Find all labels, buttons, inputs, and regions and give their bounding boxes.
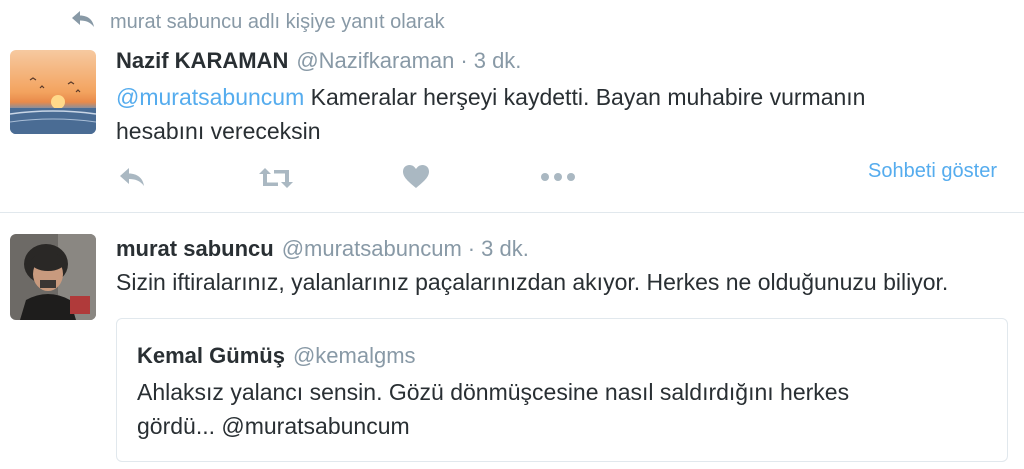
quoted-tweet-handle[interactable]: @kemalgms — [293, 343, 416, 368]
reply-icon — [70, 9, 110, 35]
tweet1-name[interactable]: Nazif KARAMAN — [116, 48, 288, 74]
avatar-nazif[interactable] — [10, 50, 96, 134]
reply-button[interactable] — [118, 166, 146, 188]
more-button[interactable] — [540, 172, 576, 182]
tweet-divider — [0, 212, 1024, 213]
like-icon — [402, 164, 430, 190]
tweet1-text-line2: hesabını vereceksin — [116, 118, 321, 144]
more-icon — [540, 172, 576, 182]
tweet1-timestamp[interactable]: 3 dk. — [474, 48, 522, 74]
retweet-button[interactable] — [258, 166, 294, 190]
quoted-tweet-card[interactable]: Kemal Gümüş @kemalgms Ahlaksız yalancı se… — [116, 318, 1008, 462]
tweet1-header: Nazif KARAMAN @Nazifkaraman · 3 dk. — [116, 48, 521, 74]
quoted-tweet-name[interactable]: Kemal Gümüş — [137, 343, 285, 368]
tweet1-separator: · — [460, 48, 468, 73]
tweet1-text-rest: Kameralar herşeyi kaydetti. Bayan muhabi… — [304, 84, 866, 110]
tweet1-text: @muratsabuncum Kameralar herşeyi kaydett… — [116, 80, 1016, 148]
like-button[interactable] — [402, 164, 430, 190]
reply-context-text: murat sabuncu adlı kişiye yanıt olarak — [110, 10, 445, 33]
quoted-tweet-text-line1: Ahlaksız yalancı sensin. Gözü dönmüşcesi… — [137, 379, 850, 405]
reply-icon — [118, 166, 146, 188]
show-conversation-link[interactable]: Sohbeti göster — [868, 160, 997, 183]
tweet2-separator: · — [467, 236, 476, 261]
tweet1-text-line1: @muratsabuncum Kameralar herşeyi kaydett… — [116, 80, 1016, 114]
tweet2-timestamp[interactable]: 3 dk. — [481, 236, 529, 262]
tweet1-mention[interactable]: @muratsabuncum — [116, 84, 304, 110]
reply-context: murat sabuncu adlı kişiye yanıt olarak — [70, 8, 445, 36]
quoted-tweet-header: Kemal Gümüş @kemalgms — [137, 343, 416, 369]
tweet2-name[interactable]: murat sabuncu — [116, 236, 274, 262]
tweet2-text: Sizin iftiralarınız, yalanlarınız paçala… — [116, 269, 949, 295]
quoted-tweet-text: Ahlaksız yalancı sensin. Gözü dönmüşcesi… — [137, 375, 997, 443]
tweet2-handle[interactable]: @muratsabuncum — [282, 236, 462, 262]
tweet2-header: murat sabuncu @muratsabuncum · 3 dk. — [116, 236, 529, 262]
retweet-icon — [258, 166, 294, 190]
quoted-tweet-text-line2: gördü... @muratsabuncum — [137, 413, 410, 439]
tweet1-handle[interactable]: @Nazifkaraman — [296, 48, 454, 74]
avatar-murat[interactable] — [10, 234, 96, 320]
